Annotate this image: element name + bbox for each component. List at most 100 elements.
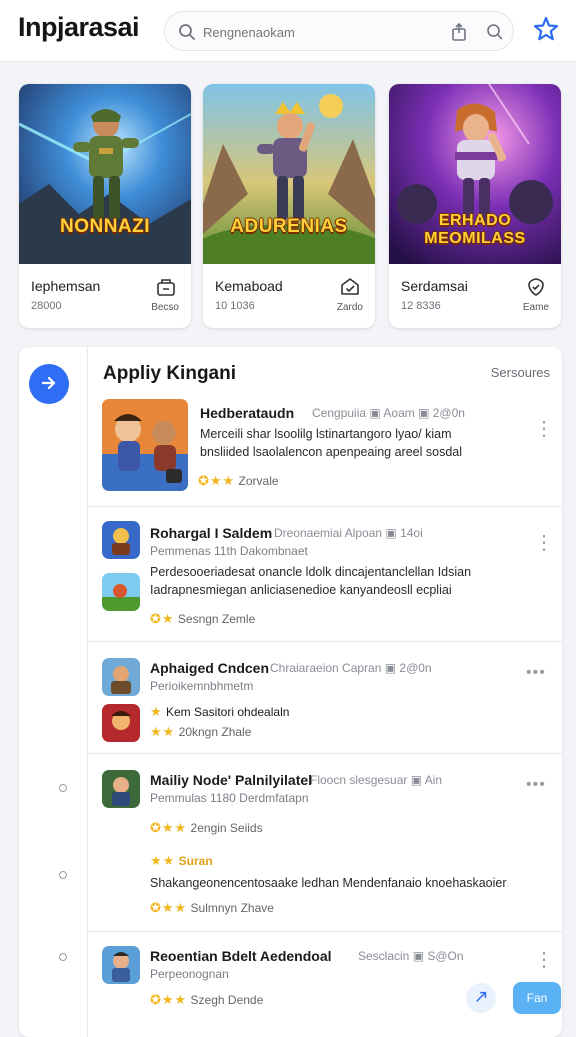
section-title: Appliy Kingani	[103, 363, 236, 384]
rating-label: Zorvale	[238, 474, 279, 488]
list-item[interactable]: Hedberataudn Cengpuiia ▣ Aoam ▣ 2@0n Mer…	[88, 387, 562, 507]
app-rating: ✪★★ Sulmnyn Zhave	[150, 900, 274, 916]
app-description: bnsliided lsaolalencon apenpeaing areel …	[200, 445, 462, 459]
app-rating: ✪★★ Zorvale	[198, 473, 279, 489]
share-fab[interactable]	[466, 983, 496, 1013]
search-icon	[179, 24, 195, 40]
game-downloads: 10 1036	[215, 300, 255, 312]
rail-dot[interactable]	[59, 871, 67, 879]
share-icon	[476, 991, 487, 1002]
featured-card[interactable]: ERHADO MEOMILASS Serdamsai 12 8336 Eame	[389, 84, 561, 328]
app-thumbnail	[102, 770, 140, 808]
app-description: Iadrapnesmiegan anliciasenedioe kanyande…	[150, 583, 452, 597]
star-rating-icon: ✪★	[150, 611, 175, 626]
app-rating: ✪★★ 2engin Seiids	[150, 820, 263, 836]
card-action-label[interactable]: Zardo	[337, 302, 363, 313]
star-rating-icon: ★★	[150, 853, 176, 868]
app-meta: Floocn slesgesuar ▣ Ain	[310, 773, 443, 787]
game-downloads: 12 8336	[401, 300, 441, 312]
app-meta: Chraiaraeion Capran ▣ 2@0n	[270, 661, 432, 675]
app-title: Hedberataudn	[200, 405, 295, 421]
app-list-panel: Appliy Kingani Sersoures Hedberataudn Ce…	[19, 347, 562, 1037]
app-thumbnail	[102, 946, 140, 984]
app-title: Inpjarasai	[18, 12, 140, 42]
list-item[interactable]: Reoentian Bdelt Aedendoal Sesclacin ▣ S@…	[88, 932, 562, 1037]
rating-label: Sesngn Zemle	[177, 612, 256, 626]
card-action-label[interactable]: Becso	[151, 302, 179, 313]
app-thumbnail	[102, 573, 140, 611]
list-item[interactable]: Rohargal I Saldem Dreonaemiai Alpoan ▣ 1…	[88, 507, 562, 642]
app-rating: ★★ 20kngn Zhale	[150, 724, 251, 740]
app-rating: ✪★★ Szegh Dende	[150, 992, 263, 1008]
primary-fab[interactable]: Fan	[513, 982, 561, 1014]
rating-label: Szegh Dende	[190, 993, 264, 1007]
app-thumbnail	[102, 704, 140, 742]
arrow-right-icon	[41, 376, 56, 389]
app-meta: Sesclacin ▣ S@On	[358, 949, 464, 963]
search-bar[interactable]	[164, 11, 514, 51]
list-item[interactable]: Mailiy Node' Palnilyilatel Floocn slesge…	[88, 754, 562, 932]
featured-card[interactable]: NONNAZI Iephemsan 28000 Becso	[19, 84, 191, 328]
share-icon[interactable]	[449, 22, 469, 42]
app-meta: Cengpuiia ▣ Aoam ▣ 2@0n	[312, 406, 465, 420]
app-thumbnail	[102, 399, 188, 491]
app-subtitle: Perioikemnbhmetm	[150, 679, 254, 693]
go-button[interactable]	[29, 364, 69, 404]
game-logo: ERHADO MEOMILASS	[424, 212, 526, 247]
search-input[interactable]	[203, 21, 423, 43]
app-title: Reoentian Bdelt Aedendoal	[150, 948, 332, 964]
rating-label: Sulmnyn Zhave	[190, 901, 274, 915]
game-logo: ADURENIAS	[230, 216, 348, 237]
star-rating-icon: ✪★★	[150, 820, 188, 835]
app-rating: ✪★ Sesngn Zemle	[150, 611, 255, 627]
more-horiz-icon[interactable]: •••	[526, 776, 552, 793]
highlight-label: Suran	[178, 854, 213, 868]
app-thumbnail	[102, 521, 140, 559]
app-subtitle: Pemmulas 1180 Derdmfatapn	[150, 791, 309, 805]
side-rail	[19, 347, 88, 1037]
shield-icon[interactable]	[525, 276, 547, 298]
app-feature: ★ Kem Sasitori ohdealaln	[150, 704, 289, 720]
gift-icon[interactable]	[155, 276, 177, 298]
app-thumbnail	[102, 658, 140, 696]
list-item[interactable]: Aphaiged Cndcen Chraiaraeion Capran ▣ 2@…	[88, 642, 562, 754]
game-banner: ERHADO MEOMILASS	[389, 84, 561, 264]
game-banner: ADURENIAS	[203, 84, 375, 264]
star-rating-icon: ✪★★	[150, 900, 188, 915]
rail-dot[interactable]	[59, 953, 67, 961]
app-subtitle: Perpeonognan	[150, 967, 229, 981]
game-downloads: 28000	[31, 300, 62, 312]
star-rating-icon: ✪★★	[198, 473, 236, 488]
app-meta: Dreonaemiai Alpoan ▣ 14oi	[274, 526, 423, 540]
app-title: Mailiy Node' Palnilyilatel	[150, 772, 313, 788]
star-rating-icon: ✪★★	[150, 992, 188, 1007]
rail-dot[interactable]	[59, 784, 67, 792]
app-title: Rohargal I Saldem	[150, 525, 273, 541]
highlight-badge: ★★ Suran	[150, 853, 213, 869]
star-rating-icon: ★★	[150, 724, 176, 739]
star-icon[interactable]	[532, 15, 560, 43]
game-name: Kemaboad	[215, 278, 283, 294]
game-name: Iephemsan	[31, 278, 101, 294]
app-subtitle: Pemmenas 11th Dakombnaet	[150, 544, 308, 558]
star-icon: ★	[150, 704, 163, 719]
more-vert-icon[interactable]: ⋮	[534, 533, 554, 565]
game-banner: NONNAZI	[19, 84, 191, 264]
top-bar: Inpjarasai	[0, 0, 576, 62]
featured-card[interactable]: ADURENIAS Kemaboad 10 1036 Zardo	[203, 84, 375, 328]
app-title: Aphaiged Cndcen	[150, 660, 270, 676]
card-action-label[interactable]: Eame	[523, 302, 549, 313]
app-description: Merceili shar lsoolilg lstinartangoro ly…	[200, 427, 452, 441]
game-name: Serdamsai	[401, 278, 468, 294]
lens-icon[interactable]	[485, 22, 505, 42]
more-horiz-icon[interactable]: •••	[526, 664, 552, 681]
game-logo: NONNAZI	[59, 216, 151, 237]
rating-label: 20kngn Zhale	[178, 725, 252, 739]
feature-label: Kem Sasitori ohdealaln	[166, 705, 290, 719]
app-description: Shakangeonencentosaake ledhan Mendenfana…	[150, 876, 507, 890]
check-badge-icon[interactable]	[339, 276, 361, 298]
more-vert-icon[interactable]: ⋮	[534, 950, 554, 982]
see-all-link[interactable]: Sersoures	[491, 365, 550, 380]
more-vert-icon[interactable]: ⋮	[534, 419, 554, 451]
app-description: Perdesooeriadesat onancle ldolk dincajen…	[150, 565, 472, 579]
